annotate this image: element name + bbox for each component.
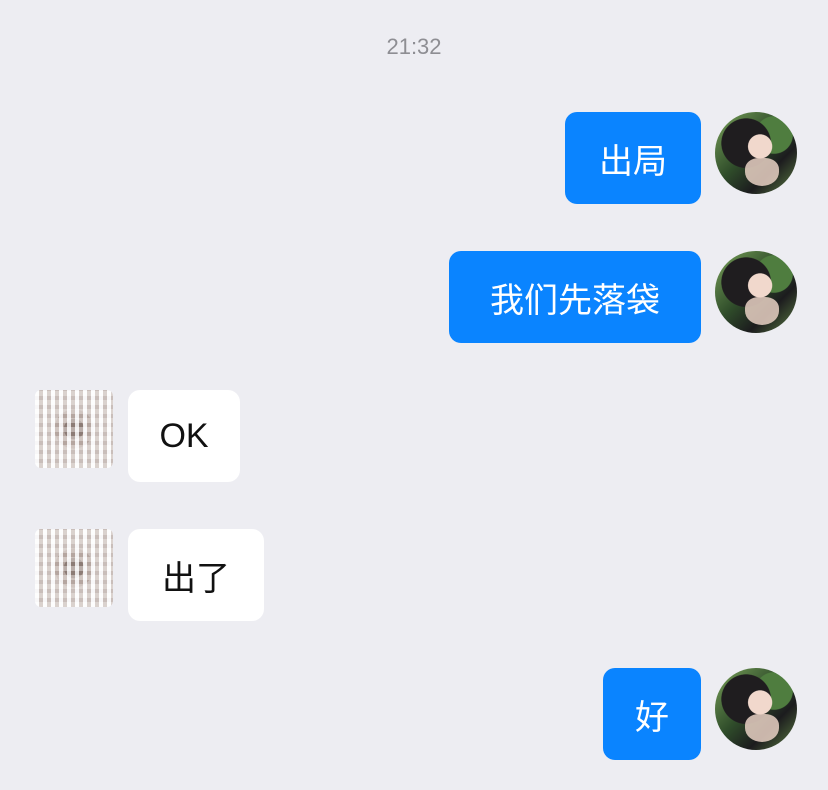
self-avatar[interactable] — [715, 668, 797, 750]
message-row-self-2: 我们先落袋 — [0, 251, 828, 345]
contact-avatar[interactable] — [35, 390, 113, 468]
self-avatar[interactable] — [715, 112, 797, 194]
message-bubble-other[interactable]: 出了 — [128, 529, 264, 621]
message-bubble-other[interactable]: OK — [128, 390, 240, 482]
message-row-self-1: 出局 — [0, 112, 828, 206]
message-bubble-self[interactable]: 好 — [603, 668, 701, 760]
message-row-self-3: 好 — [0, 668, 828, 762]
message-bubble-self[interactable]: 出局 — [565, 112, 701, 204]
message-bubble-self[interactable]: 我们先落袋 — [449, 251, 701, 343]
contact-avatar[interactable] — [35, 529, 113, 607]
message-timestamp: 21:32 — [386, 34, 442, 59]
message-row-other-1: OK — [0, 390, 828, 484]
message-row-other-2: 出了 — [0, 529, 828, 623]
self-avatar[interactable] — [715, 251, 797, 333]
